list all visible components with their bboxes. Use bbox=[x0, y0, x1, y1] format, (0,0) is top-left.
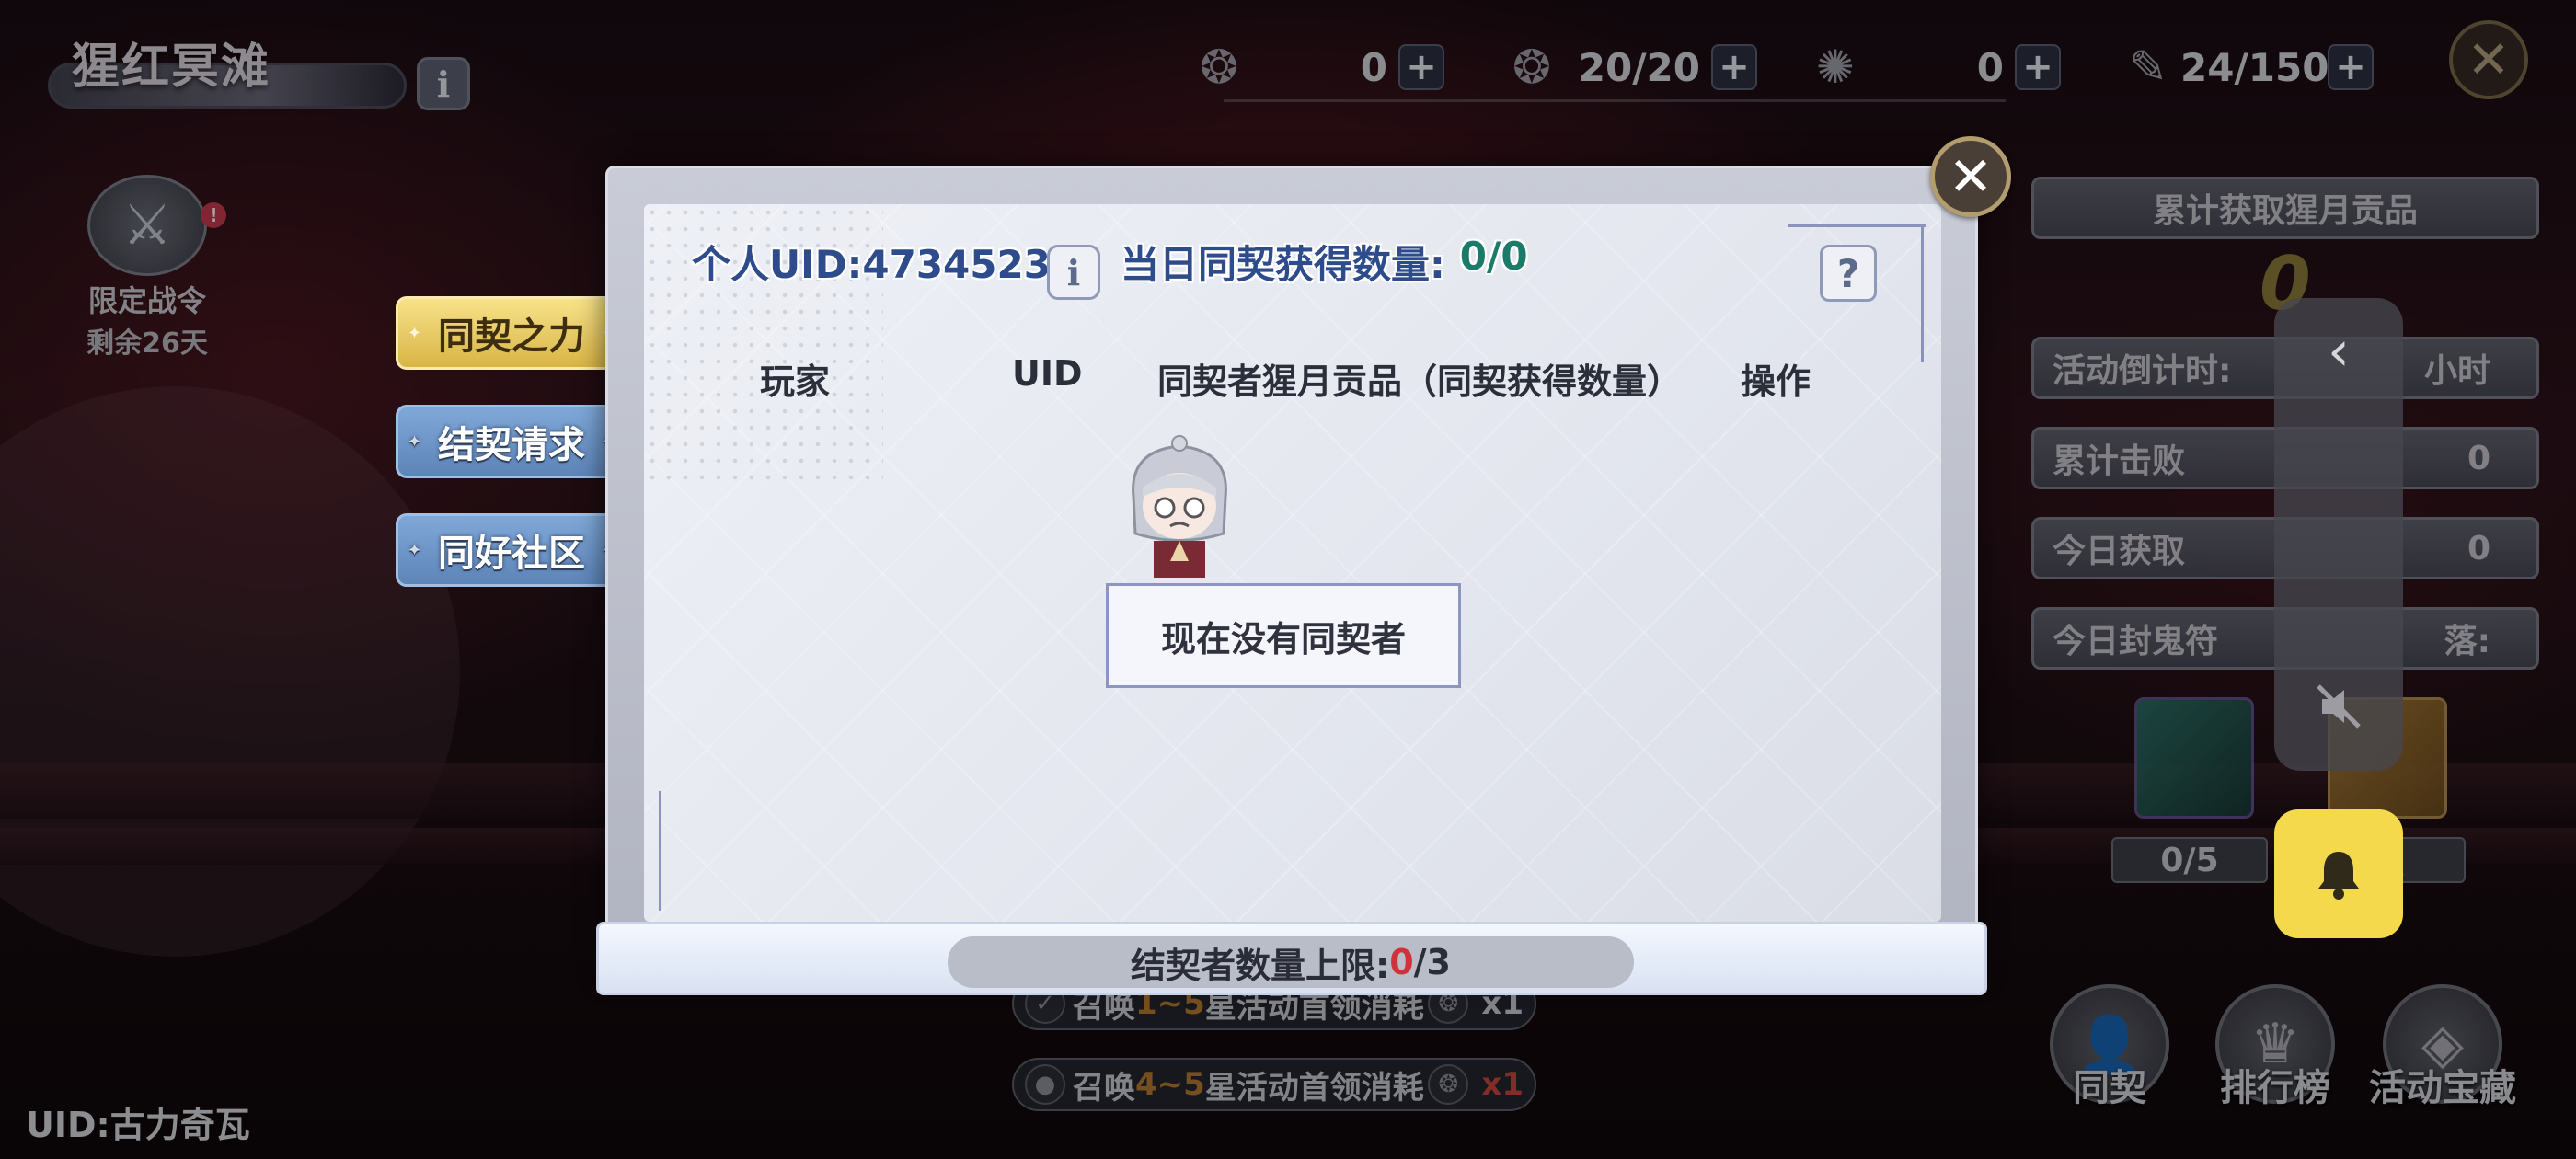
help-button[interactable]: ? bbox=[1820, 245, 1877, 302]
column-header-uid: UID bbox=[1012, 353, 1083, 394]
tab-contract-requests[interactable]: 结契请求 bbox=[396, 405, 627, 478]
limit-current: 0 bbox=[1389, 942, 1414, 982]
column-header-player: 玩家 bbox=[760, 361, 831, 402]
limit-max: /3 bbox=[1413, 942, 1451, 982]
bell-icon[interactable] bbox=[2274, 809, 2403, 938]
column-header-tribute: 同契者猩月贡品（同契获得数量） bbox=[1157, 361, 1683, 402]
dialog-close-button[interactable]: ✕ bbox=[1930, 136, 2011, 217]
empty-state-message: 现在没有同契者 bbox=[1106, 583, 1461, 688]
daily-contract-count: 当日同契获得数量: 0/0 bbox=[1121, 234, 1528, 290]
limit-label: 结契者数量上限: bbox=[1131, 945, 1390, 986]
column-header-action: 操作 bbox=[1741, 361, 1811, 402]
corner-ornament-line bbox=[1921, 224, 1924, 362]
daily-count-label: 当日同契获得数量: bbox=[1121, 242, 1445, 287]
contract-limit-pill: 结契者数量上限: 0 /3 bbox=[948, 936, 1634, 988]
personal-uid: 个人UID:4734523 bbox=[692, 242, 1051, 287]
tab-community[interactable]: 同好社区 bbox=[396, 513, 627, 587]
chevron-left-icon[interactable]: ‹ bbox=[2309, 319, 2368, 384]
daily-count-value: 0/0 bbox=[1459, 234, 1528, 279]
corner-ornament-line bbox=[1788, 224, 1926, 227]
chibi-character-image bbox=[1132, 435, 1227, 578]
tab-contract-power[interactable]: 同契之力 bbox=[396, 296, 627, 370]
mute-icon[interactable] bbox=[2304, 671, 2374, 741]
corner-ornament-line bbox=[659, 791, 661, 911]
uid-info-button[interactable]: i bbox=[1047, 245, 1100, 300]
